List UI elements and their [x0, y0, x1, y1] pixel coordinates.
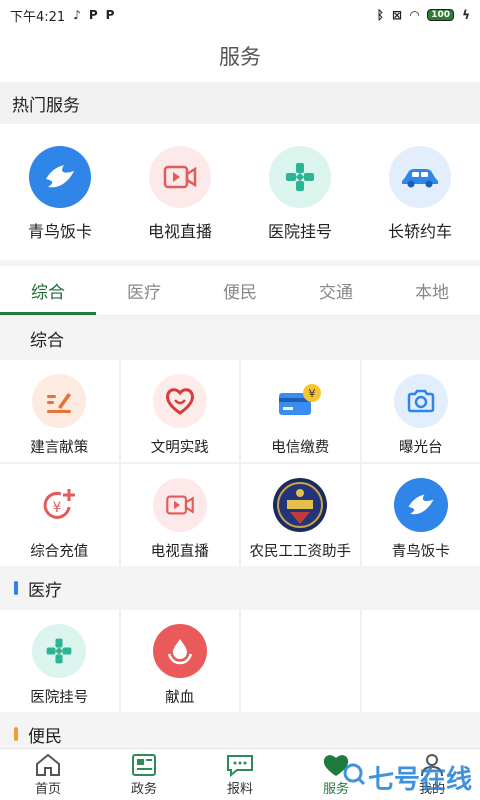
service-baoguang[interactable]: 曝光台: [361, 360, 480, 462]
pen-icon: [32, 374, 87, 428]
hot-item-label: 电视直播: [147, 222, 212, 241]
empty-cell: [361, 610, 480, 712]
news-icon: [131, 752, 157, 778]
video-icon: [152, 478, 207, 532]
nav-label: 报料: [226, 782, 253, 797]
page-title: 服务: [0, 30, 480, 82]
chat-icon: [225, 752, 255, 778]
section-heading-zonghe: 综合: [0, 316, 480, 360]
labor-badge-icon: [273, 478, 328, 532]
bluetooth-icon: ᛒ: [376, 8, 384, 22]
service-qingniao[interactable]: 青鸟饭卡: [361, 464, 480, 566]
hot-item-label: 长轿约车: [387, 222, 452, 241]
nav-home[interactable]: 首页: [0, 749, 96, 800]
section-title: 医疗: [28, 580, 62, 601]
p-app-icon-2: P: [105, 8, 115, 22]
service-wenming[interactable]: 文明实践: [120, 360, 239, 462]
service-xianxue[interactable]: 献血: [120, 610, 239, 712]
hot-item-label: 医院挂号: [267, 222, 332, 241]
svg-text:¥: ¥: [309, 387, 316, 400]
card-yuan-icon: ¥: [273, 374, 328, 428]
home-icon: [34, 752, 62, 778]
yiliao-grid: 医院挂号 献血: [0, 610, 480, 712]
blood-drop-icon: [152, 624, 207, 678]
service-hospital[interactable]: 医院挂号: [0, 610, 119, 712]
camera-icon: [393, 374, 448, 428]
category-tabs: 综合 医疗 便民 交通 本地: [0, 266, 480, 316]
service-chongzhi[interactable]: ¥ 综合充值: [0, 464, 119, 566]
tiktok-icon: ♪: [73, 8, 81, 22]
hot-item-qingniao-card[interactable]: 青鸟饭卡: [0, 146, 120, 260]
medical-cross-icon: [32, 624, 87, 678]
tab-zonghe[interactable]: 综合: [0, 266, 96, 315]
section-marker: [14, 727, 18, 741]
charging-icon: ϟ: [462, 8, 470, 22]
service-dianxin[interactable]: ¥ 电信缴费: [241, 360, 360, 462]
tab-yiliao[interactable]: 医疗: [96, 266, 192, 315]
service-label: 电信缴费: [271, 440, 330, 456]
service-label: 青鸟饭卡: [391, 544, 450, 560]
tab-bianmin[interactable]: 便民: [192, 266, 288, 315]
service-tv-live[interactable]: 电视直播: [120, 464, 239, 566]
bird-icon: [393, 478, 448, 532]
wifi-icon: ◠: [410, 8, 420, 22]
hot-item-car-booking[interactable]: 长轿约车: [360, 146, 480, 260]
sim-icon: ⊠: [391, 8, 403, 22]
recharge-icon: ¥: [32, 478, 87, 532]
tab-bendi[interactable]: 本地: [384, 266, 480, 315]
service-label: 农民工工资助手: [249, 544, 352, 560]
section-marker: [14, 581, 18, 595]
services-page: 下午4:21 ♪ P P ᛒ ⊠ ◠ 100 ϟ 服务 热门服务 青鸟饭卡 电视…: [0, 0, 480, 800]
hot-item-label: 青鸟饭卡: [27, 222, 92, 241]
section-title: 综合: [30, 330, 64, 351]
hot-services: 青鸟饭卡 电视直播 医院挂号 长轿约车: [0, 124, 480, 260]
status-bar: 下午4:21 ♪ P P ᛒ ⊠ ◠ 100 ϟ: [0, 0, 480, 30]
empty-cell: [241, 610, 360, 712]
watermark-text: 七号在线: [367, 765, 472, 795]
service-label: 医院挂号: [30, 690, 89, 706]
service-label: 建言献策: [30, 440, 89, 456]
svg-text:¥: ¥: [53, 500, 62, 516]
service-jianyan[interactable]: 建言献策: [0, 360, 119, 462]
video-icon: [149, 146, 211, 208]
service-nongmingong[interactable]: 农民工工资助手: [241, 464, 360, 566]
service-label: 曝光台: [399, 440, 443, 456]
hot-services-heading: 热门服务: [0, 82, 480, 124]
section-heading-yiliao: 医疗: [0, 566, 480, 610]
battery-icon: 100: [427, 9, 455, 21]
nav-label: 首页: [34, 782, 61, 797]
service-label: 综合充值: [30, 544, 89, 560]
service-label: 献血: [165, 690, 195, 706]
service-label: 电视直播: [150, 544, 209, 560]
car-icon: [389, 146, 451, 208]
watermark-logo-icon: [342, 762, 366, 793]
nav-baoliao[interactable]: 报料: [192, 749, 288, 800]
p-app-icon: P: [88, 8, 98, 22]
status-time: 下午4:21: [10, 9, 66, 25]
zonghe-grid: 建言献策 文明实践 ¥ 电信缴费 曝光台 ¥ 综合充值 电视直播 农民工工资助手…: [0, 360, 480, 566]
medical-cross-icon: [269, 146, 331, 208]
watermark: 七号在线: [342, 759, 472, 796]
heart-icon: [152, 374, 207, 428]
section-title: 便民: [28, 726, 62, 747]
tab-jiaotong[interactable]: 交通: [288, 266, 384, 315]
service-label: 文明实践: [150, 440, 209, 456]
bird-icon: [29, 146, 91, 208]
nav-zhengwu[interactable]: 政务: [96, 749, 192, 800]
hot-item-tv-live[interactable]: 电视直播: [120, 146, 240, 260]
hot-item-hospital[interactable]: 医院挂号: [240, 146, 360, 260]
nav-label: 政务: [130, 782, 157, 797]
